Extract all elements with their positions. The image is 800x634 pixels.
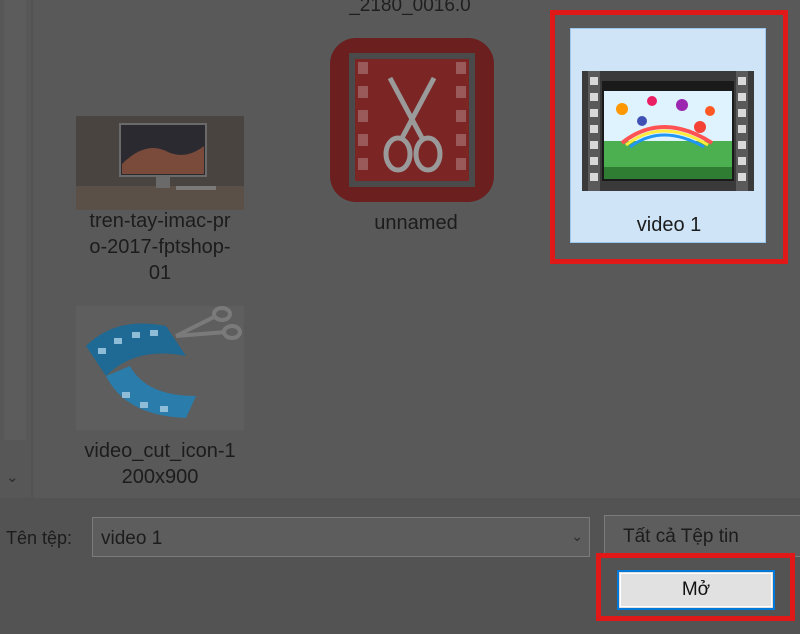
video-cut-red-icon xyxy=(330,38,494,202)
filename-value[interactable]: video 1 xyxy=(101,528,162,549)
highlight-selected-file xyxy=(550,10,788,264)
chevron-down-icon[interactable]: ⌄ xyxy=(6,470,19,485)
highlight-open-button xyxy=(596,553,795,621)
file-item-label: unnamed xyxy=(374,212,458,234)
file-item-tren-tay-imac[interactable]: tren-tay-imac-pr o-2017-fptshop- 01 xyxy=(68,110,254,295)
file-name-partial: _2180_0016.0 xyxy=(349,0,471,16)
file-item-video-cut-icon[interactable]: video_cut_icon-1 200x900 xyxy=(68,300,254,500)
file-type-filter[interactable]: Tất cả Tệp tin xyxy=(604,515,800,557)
file-item-unnamed[interactable]: unnamed xyxy=(318,28,514,243)
scrollbar-track[interactable] xyxy=(4,0,26,440)
file-item-label: tren-tay-imac-pr o-2017-fptshop- 01 xyxy=(89,210,231,284)
file-type-filter-value[interactable]: Tất cả Tệp tin xyxy=(623,526,739,547)
chevron-down-icon[interactable]: ⌄ xyxy=(571,528,583,545)
video-cut-blue-icon xyxy=(76,306,244,430)
file-item-label: video_cut_icon-1 200x900 xyxy=(84,440,236,488)
vertical-scrollbar[interactable]: ⌄ xyxy=(0,0,31,498)
filename-input[interactable]: video 1 ⌄ xyxy=(92,517,590,557)
filename-label: Tên tệp: xyxy=(6,528,73,548)
imac-photo xyxy=(76,116,244,210)
